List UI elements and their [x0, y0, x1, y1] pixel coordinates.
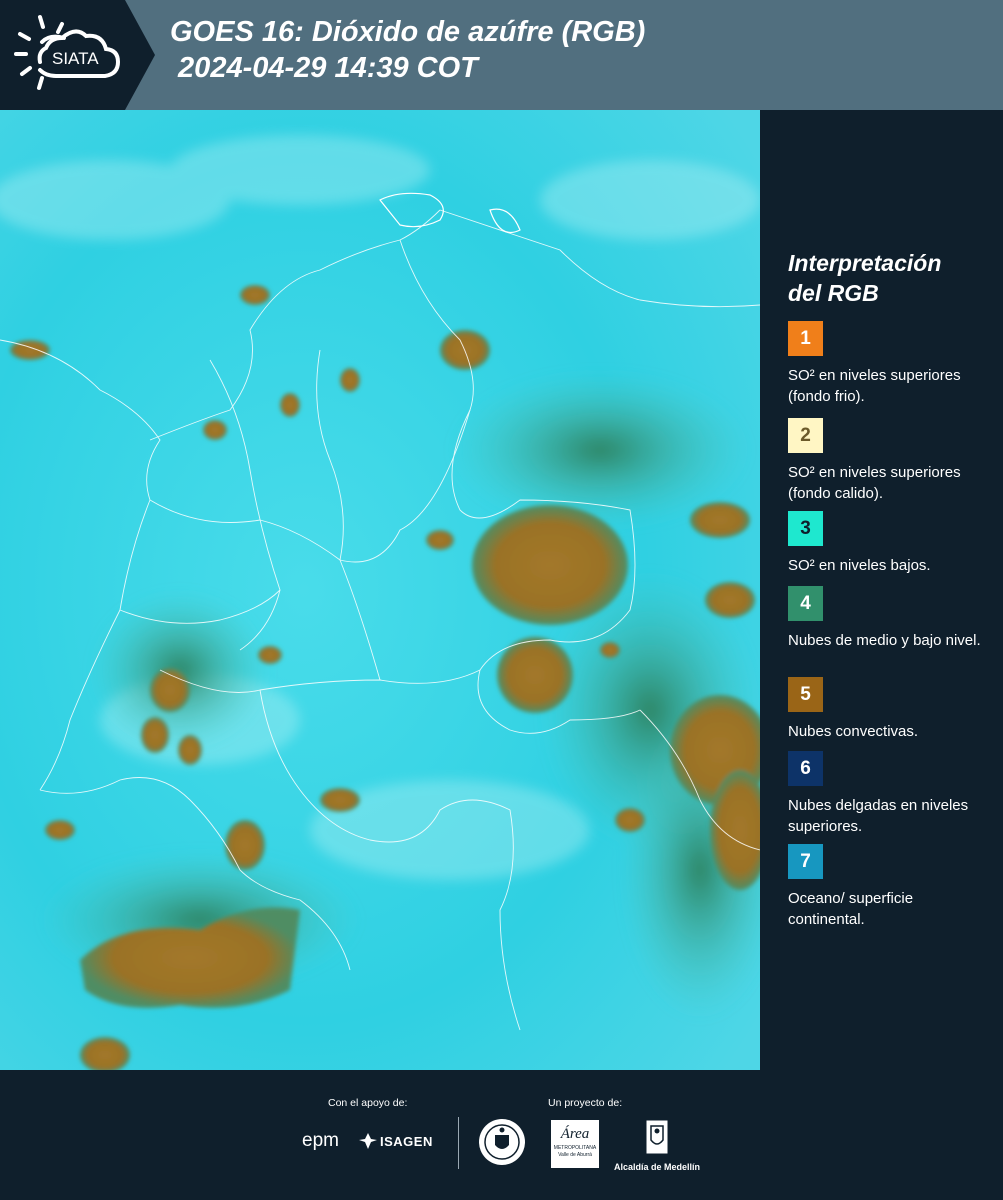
satellite-map: [0, 110, 760, 1070]
legend-item-4: 4 Nubes de medio y bajo nivel.: [788, 586, 988, 651]
legend-label-4: Nubes de medio y bajo nivel.: [788, 632, 981, 649]
legend-title-line-1: Interpretación: [788, 250, 942, 276]
seal-icon: [479, 1119, 525, 1165]
page-title: GOES 16: Dióxido de azúfre (RGB) 2024-04…: [170, 14, 645, 86]
legend-swatch-2: 2: [788, 418, 823, 453]
footer: Con el apoyo de: Un proyecto de: epm ISA…: [0, 1070, 1003, 1200]
legend-item-7: 7 Oceano/ superficie continental.: [788, 844, 988, 930]
legend-item-3: 3 SO² en niveles bajos.: [788, 511, 988, 576]
siata-logo: SIATA: [0, 0, 155, 110]
epm-logo: epm: [302, 1130, 339, 1152]
legend-title: Interpretación del RGB: [788, 248, 941, 308]
legend-swatch-6: 6: [788, 751, 823, 786]
medellin-seal-logo: [477, 1117, 527, 1172]
legend-item-6: 6 Nubes delgadas en niveles superiores.: [788, 751, 988, 837]
legend-panel: Interpretación del RGB 1 SO² en niveles …: [760, 110, 1003, 1070]
support-caption: Con el apoyo de:: [328, 1097, 408, 1109]
legend-label-1: SO² en niveles superiores (fondo frio).: [788, 367, 961, 405]
area-metro-subtext: METROPOLITANA: [553, 1145, 597, 1151]
legend-swatch-1: 1: [788, 321, 823, 356]
title-line-2: 2024-04-29 14:39 COT: [170, 52, 478, 84]
isagen-mark-icon: [359, 1133, 377, 1149]
isagen-logo-text: ISAGEN: [380, 1133, 433, 1149]
alcaldia-shield-icon: [645, 1119, 669, 1155]
legend-swatch-7: 7: [788, 844, 823, 879]
isagen-logo: ISAGEN: [358, 1132, 433, 1150]
title-line-1: GOES 16: Dióxido de azúfre (RGB): [170, 16, 646, 48]
project-caption: Un proyecto de:: [548, 1097, 623, 1109]
epm-logo-text: epm: [302, 1130, 339, 1151]
header-bar: SIATA GOES 16: Dióxido de azúfre (RGB) 2…: [0, 0, 1003, 110]
legend-swatch-3: 3: [788, 511, 823, 546]
alcaldia-text: Alcaldía de Medellín: [613, 1162, 701, 1172]
legend-swatch-4: 4: [788, 586, 823, 621]
area-metropolitana-logo: Área METROPOLITANA Valle de Aburrá: [551, 1120, 599, 1168]
footer-divider: [458, 1117, 459, 1169]
area-metro-text: Área: [560, 1126, 590, 1142]
legend-label-5: Nubes convectivas.: [788, 723, 919, 740]
legend-label-6: Nubes delgadas en niveles superiores.: [788, 797, 969, 835]
legend-swatch-5: 5: [788, 677, 823, 712]
legend-label-3: SO² en niveles bajos.: [788, 557, 931, 574]
siata-logo-text: SIATA: [52, 49, 99, 68]
alcaldia-medellin-logo: Alcaldía de Medellín: [612, 1118, 702, 1172]
rgb-satellite-image: [0, 110, 760, 1070]
siata-sun-cloud-icon: SIATA: [14, 15, 121, 90]
legend-label-2: SO² en niveles superiores (fondo calido)…: [788, 464, 961, 502]
area-metro-subtext-2: Valle de Aburrá: [558, 1152, 592, 1158]
legend-item-5: 5 Nubes convectivas.: [788, 677, 988, 742]
legend-label-7: Oceano/ superficie continental.: [788, 890, 914, 928]
legend-item-1: 1 SO² en niveles superiores (fondo frio)…: [788, 321, 988, 407]
legend-title-line-2: del RGB: [788, 280, 879, 306]
legend-item-2: 2 SO² en niveles superiores (fondo calid…: [788, 418, 988, 504]
